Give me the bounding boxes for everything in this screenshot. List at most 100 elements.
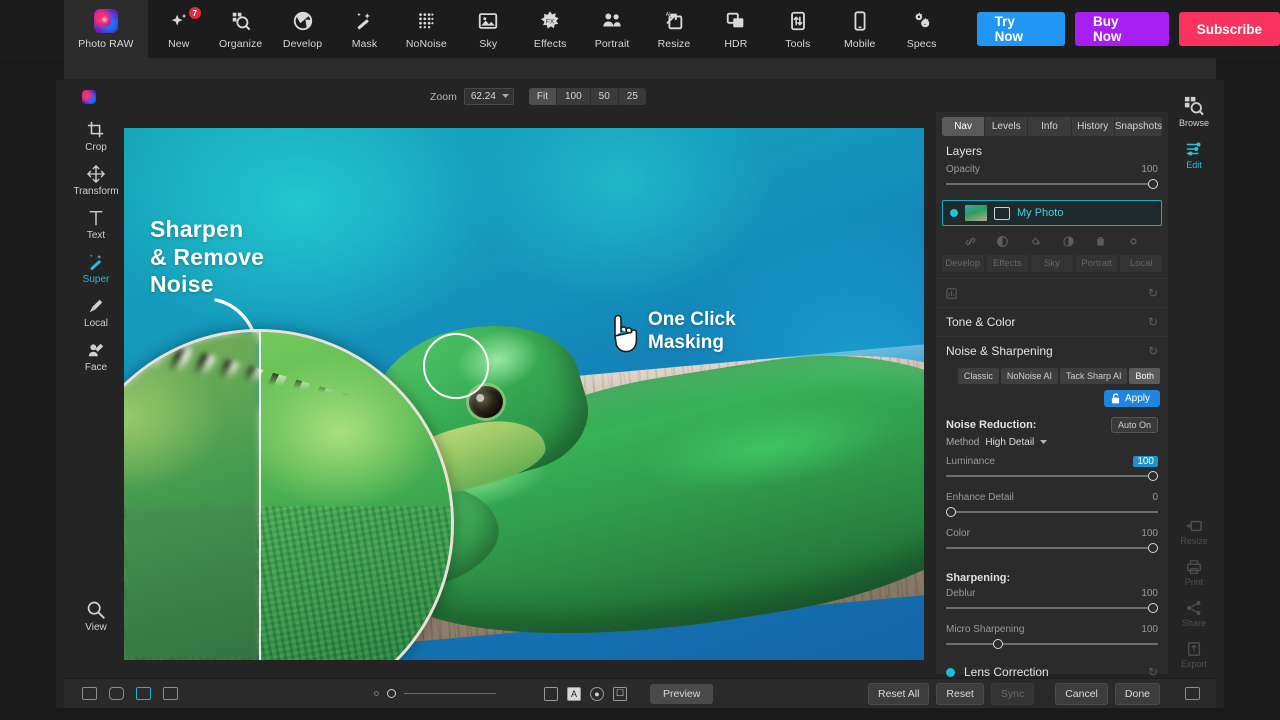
reset-icon[interactable]: ↻ [1148, 665, 1158, 679]
module-tab-develop[interactable]: Develop [942, 255, 984, 272]
layer-mask-icon[interactable] [994, 206, 1010, 220]
tab-nav[interactable]: Nav [942, 117, 986, 136]
color-value[interactable]: 100 [1141, 528, 1158, 539]
zoom-preset-50[interactable]: 50 [591, 88, 619, 105]
tab-history[interactable]: History [1072, 117, 1115, 136]
link-icon[interactable] [964, 235, 977, 248]
slider-knob[interactable] [1148, 471, 1158, 481]
nav-item-effects[interactable]: FX Effects [519, 0, 581, 58]
zoom-preset-100[interactable]: 100 [557, 88, 591, 105]
tool-text[interactable]: Text [74, 208, 118, 241]
tool-crop[interactable]: Crop [74, 120, 118, 153]
segment-both[interactable]: Both [1129, 368, 1160, 384]
group-row-placeholder[interactable]: ↻ [936, 278, 1168, 307]
apply-button[interactable]: Apply [1103, 390, 1160, 407]
nav-item-tools[interactable]: Tools [767, 0, 829, 58]
tool-transform[interactable]: Transform [73, 164, 119, 197]
enhance-detail-slider[interactable] [946, 506, 1158, 518]
preview-button[interactable]: Preview [650, 683, 714, 704]
mask-letter-icon[interactable]: A [567, 686, 581, 701]
group-tone-and-color[interactable]: Tone & Color ↻ [936, 307, 1168, 336]
segment-classic[interactable]: Classic [957, 368, 999, 384]
zoom-select[interactable]: 62.24 [463, 88, 514, 105]
rail-item-print[interactable]: Print [1185, 559, 1203, 587]
slider-knob[interactable] [387, 689, 396, 698]
grid-view-icon[interactable] [136, 687, 151, 700]
paint-bucket-icon[interactable] [1029, 235, 1042, 248]
slider-knob[interactable] [1148, 543, 1158, 553]
thumbnail-size-slider[interactable] [374, 689, 496, 698]
nav-item-photo-raw[interactable]: Photo RAW [63, 0, 148, 58]
nav-item-portrait[interactable]: Portrait [581, 0, 643, 58]
auto-on-toggle[interactable]: Auto On [1110, 417, 1158, 433]
zoom-preset-fit[interactable]: Fit [528, 88, 557, 105]
cancel-button[interactable]: Cancel [1055, 682, 1108, 705]
buy-now-button[interactable]: Buy Now [1075, 12, 1169, 46]
nav-item-organize[interactable]: Organize [210, 0, 272, 58]
photo-canvas[interactable]: Sharpen & Remove Noise One Click Masking [124, 128, 924, 660]
split-view-icon[interactable] [82, 687, 97, 700]
nav-item-sky[interactable]: Sky [457, 0, 519, 58]
clipping-icon[interactable] [544, 686, 558, 701]
tab-levels[interactable]: Levels [985, 117, 1029, 136]
enhance-detail-value[interactable]: 0 [1152, 492, 1158, 503]
rail-item-export[interactable]: Export [1181, 641, 1207, 669]
soft-proof-icon[interactable]: ● [590, 686, 604, 701]
reset-all-button[interactable]: Reset All [867, 682, 930, 705]
nav-item-specs[interactable]: Specs [891, 0, 953, 58]
deblur-value[interactable]: 100 [1141, 588, 1158, 599]
module-tab-local[interactable]: Local [1120, 255, 1162, 272]
tool-view[interactable]: View [74, 600, 118, 633]
nav-item-new[interactable]: New 7 [148, 0, 210, 58]
nav-item-resize[interactable]: AI Resize [643, 0, 705, 58]
deblur-slider[interactable] [946, 602, 1158, 614]
reset-icon[interactable]: ↻ [1148, 286, 1158, 300]
panel-toggle-icon[interactable] [1185, 687, 1200, 700]
try-now-button[interactable]: Try Now [976, 12, 1065, 46]
nav-item-mask[interactable]: Mask [334, 0, 396, 58]
method-row[interactable]: Method High Detail [936, 435, 1168, 454]
module-tab-portrait[interactable]: Portrait [1075, 255, 1118, 272]
rail-item-resize[interactable]: Resize [1180, 518, 1208, 546]
rail-item-edit[interactable]: Edit [1185, 140, 1203, 170]
reset-button[interactable]: Reset [936, 682, 984, 705]
micro-sharpening-slider[interactable] [946, 638, 1158, 650]
tool-super[interactable]: Super [74, 252, 118, 285]
module-tab-effects[interactable]: Effects [986, 255, 1029, 272]
tab-snapshots[interactable]: Snapshots [1115, 117, 1162, 136]
reset-icon[interactable]: ↻ [1148, 344, 1158, 358]
module-tab-sky[interactable]: Sky [1031, 255, 1073, 272]
segment-nonoise-ai[interactable]: NoNoise AI [1000, 368, 1058, 384]
rail-item-share[interactable]: Share [1182, 600, 1206, 628]
slider-knob[interactable] [1148, 179, 1158, 189]
filmstrip-view-icon[interactable] [163, 687, 178, 700]
group-noise-and-sharpening[interactable]: Noise & Sharpening ↻ [936, 336, 1168, 365]
enabled-dot-icon[interactable] [946, 667, 955, 677]
color-slider[interactable] [946, 542, 1158, 554]
segment-tack-sharp-ai[interactable]: Tack Sharp AI [1059, 368, 1128, 384]
subscribe-button[interactable]: Subscribe [1178, 12, 1280, 46]
single-view-icon[interactable] [109, 687, 124, 700]
done-button[interactable]: Done [1114, 682, 1160, 705]
trash-icon[interactable] [1094, 235, 1107, 248]
compare-icon[interactable]: ☐ [613, 686, 627, 701]
slider-knob[interactable] [946, 507, 956, 517]
nav-item-mobile[interactable]: Mobile [829, 0, 891, 58]
zoom-preset-25[interactable]: 25 [619, 88, 646, 105]
tab-info[interactable]: Info [1028, 117, 1072, 136]
tool-local[interactable]: Local [74, 296, 118, 329]
reset-icon[interactable]: ↻ [1148, 315, 1158, 329]
nav-item-nonoise[interactable]: NoNoise [395, 0, 457, 58]
opacity-slider[interactable] [946, 178, 1158, 190]
nav-item-develop[interactable]: Develop [272, 0, 334, 58]
invert-mask-icon[interactable] [1062, 235, 1075, 248]
rail-item-browse[interactable]: Browse [1179, 96, 1209, 128]
luminance-value[interactable]: 100 [1133, 456, 1158, 467]
slider-knob[interactable] [1148, 603, 1158, 613]
mask-circle-icon[interactable] [996, 235, 1009, 248]
nav-item-hdr[interactable]: HDR [705, 0, 767, 58]
luminance-slider[interactable] [946, 470, 1158, 482]
layer-row-my-photo[interactable]: My Photo [942, 200, 1162, 226]
layer-visibility-icon[interactable] [950, 209, 958, 217]
add-layer-icon[interactable] [1127, 235, 1140, 248]
